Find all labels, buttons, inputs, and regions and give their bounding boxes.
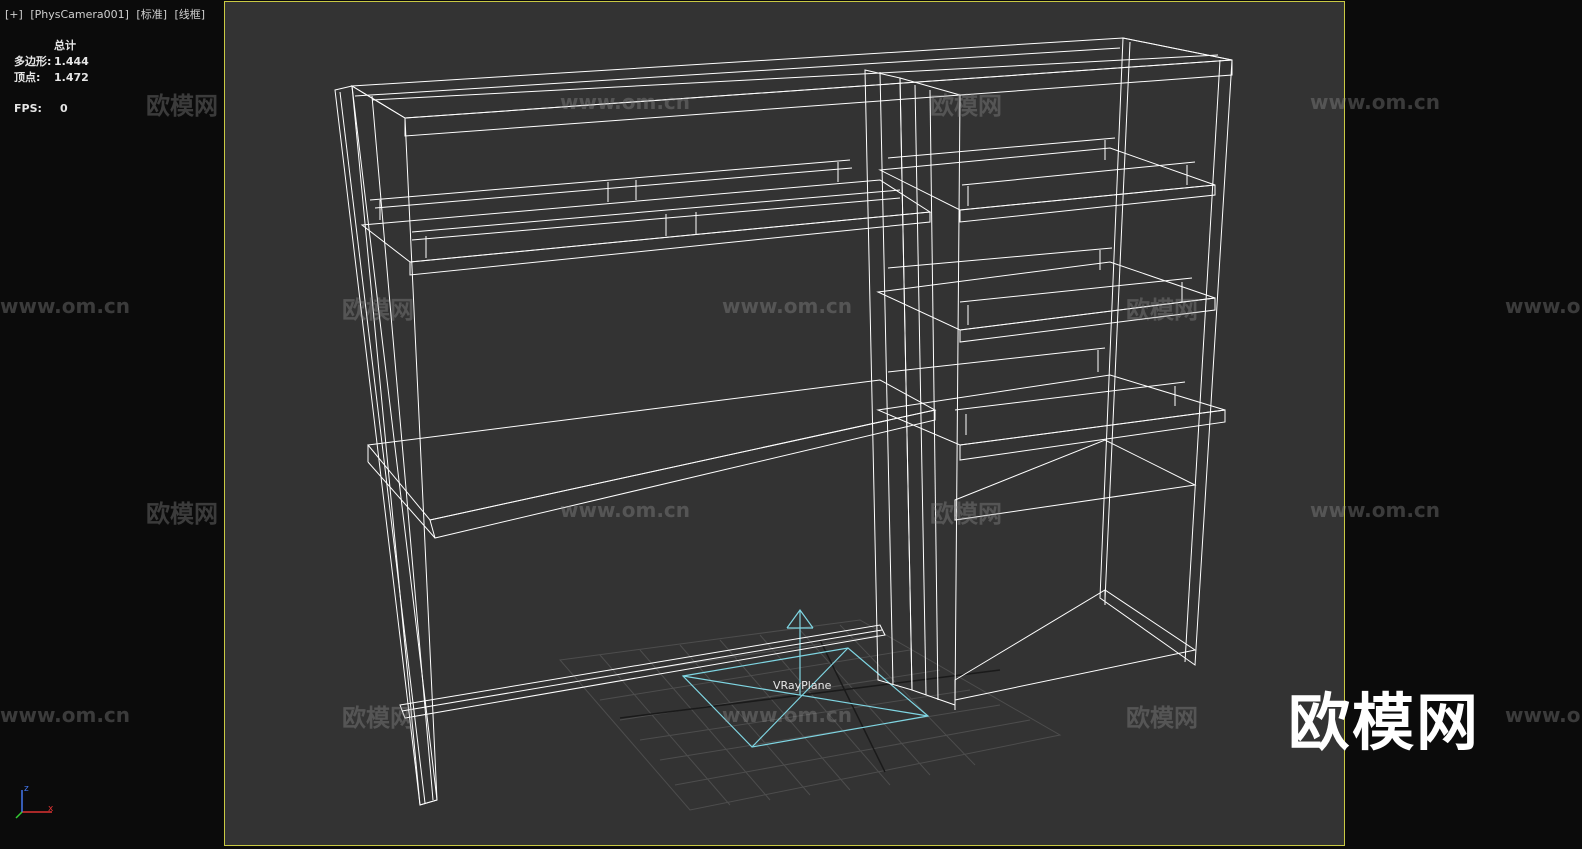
brand-logo: 欧模网: [1288, 686, 1481, 759]
grid-axes: [619, 639, 1001, 773]
axis-tripod: [15, 790, 52, 819]
vrayplane-label: VRayPlane: [773, 679, 832, 692]
home-grid: [559, 619, 1062, 811]
axis-x-label: x: [48, 804, 54, 814]
axis-z-label: z: [24, 784, 29, 794]
